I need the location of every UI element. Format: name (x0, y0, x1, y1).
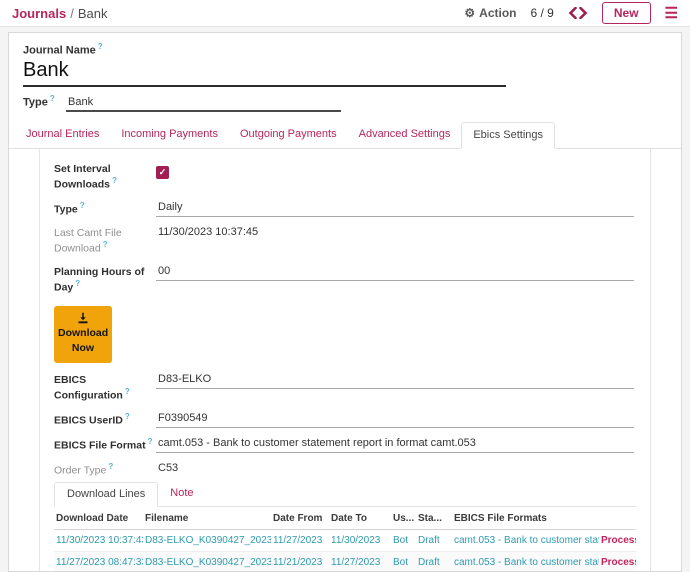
new-button[interactable]: New (602, 2, 651, 24)
journal-type-select[interactable]: Bank (66, 96, 341, 112)
help-icon: ? (75, 279, 80, 288)
subtab-download-lines[interactable]: Download Lines (54, 482, 158, 507)
help-icon: ? (148, 437, 153, 446)
help-icon: ? (108, 462, 113, 471)
breadcrumb-journals-link[interactable]: Journals (12, 6, 66, 21)
cell-filename: D83-ELKO_K0390427_2023-11-27_C (143, 551, 271, 572)
process-button[interactable]: Process (599, 529, 636, 551)
gear-icon: ⚙ (464, 6, 475, 20)
action-label: Action (479, 6, 516, 20)
help-icon: ? (125, 387, 130, 396)
col-user[interactable]: Us... (391, 507, 416, 530)
breadcrumb-current: Bank (78, 6, 108, 21)
pager-counter: 6 / 9 (531, 6, 554, 20)
breadcrumb: Journals / Bank (12, 6, 107, 21)
col-filename[interactable]: Filename (143, 507, 271, 530)
cell-file-format: camt.053 - Bank to customer statement re… (452, 551, 599, 572)
table-row[interactable]: 11/30/2023 10:37:43 D83-ELKO_K0390427_20… (54, 529, 636, 551)
tab-ebics-settings[interactable]: Ebics Settings (461, 122, 555, 149)
process-button[interactable]: Process (599, 551, 636, 572)
ebics-configuration-input[interactable]: D83-ELKO (156, 373, 634, 389)
tab-advanced-settings[interactable]: Advanced Settings (348, 122, 462, 148)
notebook-tabs: Journal Entries Incoming Payments Outgoi… (9, 122, 681, 149)
cell-date-from: 11/27/2023 (271, 529, 329, 551)
tab-journal-entries[interactable]: Journal Entries (15, 122, 110, 148)
hamburger-menu-icon[interactable]: ☰ (665, 6, 678, 21)
set-interval-downloads-checkbox[interactable] (156, 166, 169, 179)
download-icon (77, 312, 89, 324)
breadcrumb-separator: / (70, 6, 74, 21)
journal-type-label: Type? (23, 94, 66, 109)
col-date-to[interactable]: Date To (329, 507, 391, 530)
top-bar: Journals / Bank ⚙ Action 6 / 9 New ☰ (0, 0, 690, 27)
journal-name-input[interactable]: Bank (23, 59, 506, 87)
ebics-type-select[interactable]: Daily (156, 201, 634, 217)
table-header-row: Download Date Filename Date From Date To… (54, 507, 636, 530)
cell-date-from: 11/21/2023 (271, 551, 329, 572)
order-type-label: Order Type? (54, 462, 156, 478)
order-type-value: C53 (156, 462, 634, 477)
cell-download-date: 11/27/2023 08:47:33 (54, 551, 143, 572)
help-icon: ? (80, 201, 85, 210)
ebics-configuration-label: EBICS Configuration? (54, 373, 156, 403)
col-date-from[interactable]: Date From (271, 507, 329, 530)
cell-date-to: 11/27/2023 (329, 551, 391, 572)
pager-next-icon[interactable] (579, 7, 588, 19)
ebics-settings-panel: Set Interval Downloads? Type? Daily Last… (39, 149, 651, 572)
cell-state: Draft (416, 551, 452, 572)
pager-previous-icon[interactable] (568, 7, 577, 19)
planning-hours-input[interactable]: 00 (156, 265, 634, 281)
download-now-button[interactable]: Download Now (54, 306, 112, 363)
journal-name-label: Journal Name? (23, 42, 667, 57)
col-ebics-file-formats[interactable]: EBICS File Formats (452, 507, 599, 530)
col-state[interactable]: Sta... (416, 507, 452, 530)
help-icon: ? (103, 240, 108, 249)
cell-user: Bot (391, 551, 416, 572)
ebics-file-format-label: EBICS File Format? (54, 437, 156, 453)
tab-incoming-payments[interactable]: Incoming Payments (110, 122, 229, 148)
ebics-userid-input[interactable]: F0390549 (156, 412, 634, 428)
help-icon: ? (125, 412, 130, 421)
help-icon: ? (112, 176, 117, 185)
cell-download-date: 11/30/2023 10:37:43 (54, 529, 143, 551)
cell-user: Bot (391, 529, 416, 551)
download-lines-table: Download Date Filename Date From Date To… (54, 507, 636, 572)
tab-outgoing-payments[interactable]: Outgoing Payments (229, 122, 348, 148)
journal-form-sheet: Journal Name? Bank Type? Bank Journal En… (8, 32, 682, 572)
ebics-type-label: Type? (54, 201, 156, 217)
ebics-file-format-select[interactable]: camt.053 - Bank to customer statement re… (156, 437, 634, 453)
action-menu-button[interactable]: ⚙ Action (464, 6, 516, 20)
last-camt-file-download-label: Last Camt File Download? (54, 226, 156, 256)
last-camt-file-download-value: 11/30/2023 10:37:45 (156, 226, 634, 241)
help-icon: ? (98, 42, 103, 51)
ebics-userid-label: EBICS UserID? (54, 412, 156, 428)
cell-date-to: 11/30/2023 (329, 529, 391, 551)
planning-hours-label: Planning Hours of Day? (54, 265, 156, 295)
cell-file-format: camt.053 - Bank to customer statement re… (452, 529, 599, 551)
col-download-date[interactable]: Download Date (54, 507, 143, 530)
table-row[interactable]: 11/27/2023 08:47:33 D83-ELKO_K0390427_20… (54, 551, 636, 572)
cell-state: Draft (416, 529, 452, 551)
set-interval-downloads-label: Set Interval Downloads? (54, 162, 156, 192)
subtab-note[interactable]: Note (158, 482, 205, 506)
cell-filename: D83-ELKO_K0390427_2023-11-30_C (143, 529, 271, 551)
help-icon: ? (50, 94, 55, 103)
sub-notebook-tabs: Download Lines Note (54, 482, 636, 507)
col-process (599, 507, 636, 530)
